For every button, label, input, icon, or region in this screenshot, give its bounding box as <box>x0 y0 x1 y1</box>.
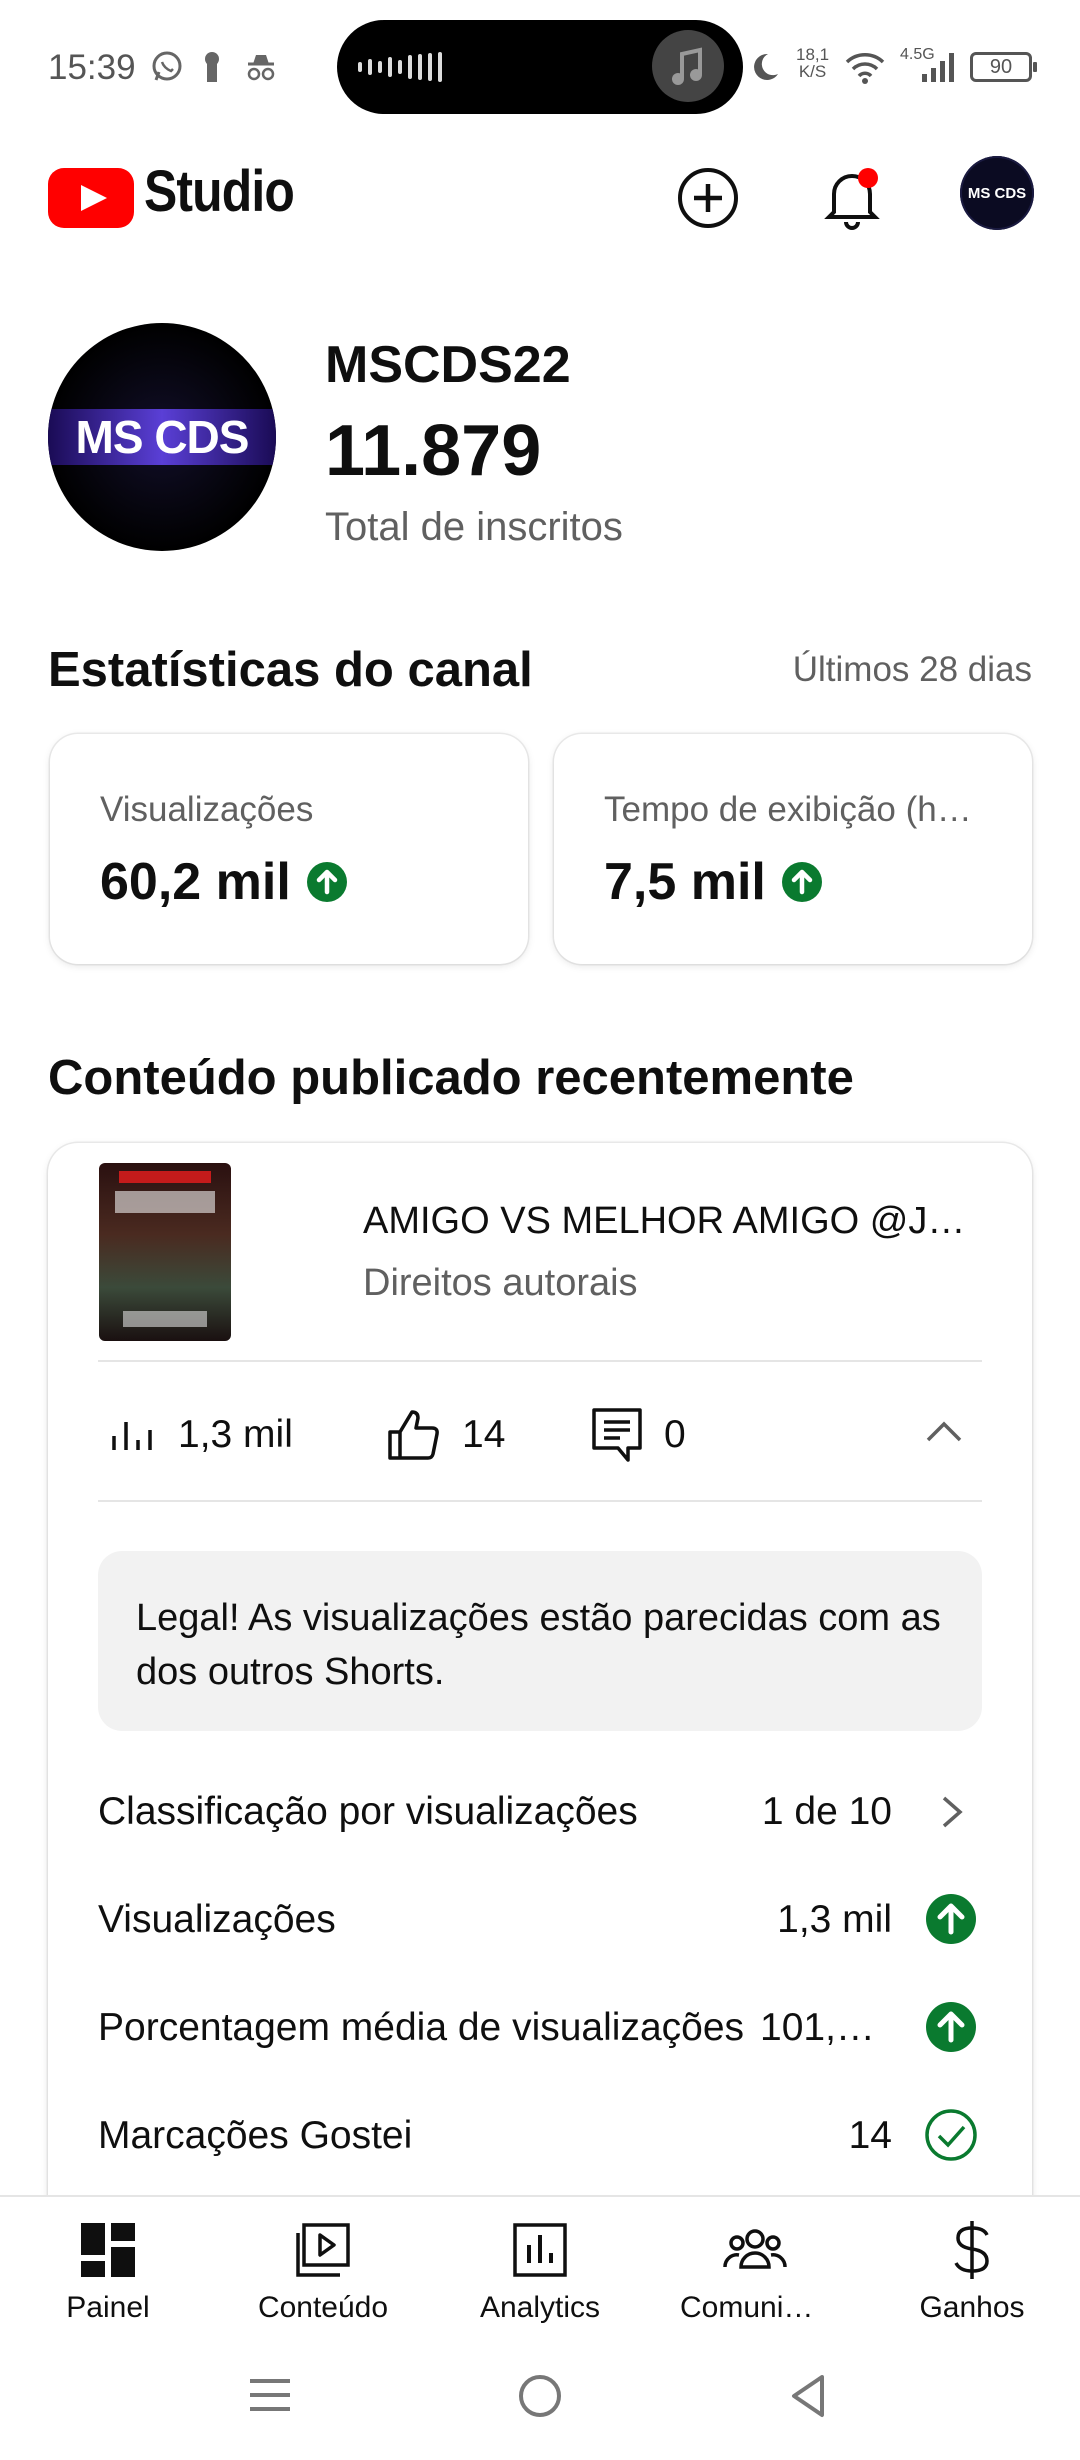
video-likes: 14 <box>462 1413 506 1456</box>
row-views: Visualizações 1,3 mil <box>98 1884 982 1954</box>
nav-label: Analytics <box>479 2291 601 2324</box>
row-label: Marcações Gostei <box>98 2114 413 2157</box>
bell-icon <box>824 168 880 230</box>
insight-box: Legal! As visualizações estão parecidas … <box>98 1551 982 1731</box>
row-label: Visualizações <box>98 1898 336 1941</box>
channel-name: MSCDS22 <box>325 336 571 394</box>
home-icon[interactable] <box>517 2373 563 2419</box>
row-likes: Marcações Gostei 14 <box>98 2100 982 2170</box>
trend-up-icon <box>781 862 822 902</box>
video-likes-metric: 14 <box>384 1400 505 1470</box>
battery-indicator: 90 <box>970 52 1037 82</box>
keyhole-icon <box>205 52 219 82</box>
nav-label: Ganhos <box>919 2291 1025 2324</box>
divider <box>98 1360 982 1362</box>
nav-item-content[interactable]: Conteúdo <box>223 2217 423 2325</box>
divider <box>98 1500 982 1502</box>
row-value: 1,3 mil <box>777 1898 892 1941</box>
net-speed-unit: K/S <box>798 62 827 81</box>
status-bar: 15:39 18,1 K/S 4.5G 90 <box>0 0 1080 135</box>
net-speed-value: 18,1 <box>796 45 830 64</box>
nav-label: Comunidade <box>680 2291 830 2324</box>
stat-value: 60,2 mil <box>100 853 291 911</box>
stat-value: 7,5 mil <box>604 853 766 911</box>
account-avatar[interactable]: MS CDS <box>960 156 1034 230</box>
row-value: 101,1% <box>760 2006 890 2049</box>
earn-icon <box>954 2221 989 2279</box>
analytics-icon <box>513 2223 567 2277</box>
stat-card-watch-time[interactable]: Tempo de exibição (horas) 7,5 mil <box>554 734 1032 964</box>
content-icon <box>296 2223 350 2277</box>
signal-icon <box>922 53 954 82</box>
app-name: Studio <box>144 159 295 224</box>
music-note-icon[interactable] <box>652 30 724 102</box>
incognito-icon <box>247 55 275 81</box>
create-button[interactable] <box>672 162 744 234</box>
row-ranking[interactable]: Classificação por visualizações 1 de 10 <box>98 1776 982 1846</box>
video-status: Direitos autorais <box>363 1262 638 1304</box>
subscriber-label: Total de inscritos <box>325 505 623 549</box>
audio-wave-icon <box>358 52 442 82</box>
thumbs-up-icon <box>388 1410 439 1460</box>
row-avg-percentage: Porcentagem média de visualizações 101,1… <box>98 1992 982 2062</box>
row-value: 1 de 10 <box>761 1790 892 1833</box>
nav-label: Painel <box>66 2291 150 2324</box>
comment-icon <box>592 1408 642 1462</box>
nav-label: Conteúdo <box>257 2291 389 2324</box>
video-thumbnail[interactable] <box>99 1163 231 1341</box>
channel-avatar-text: MS CDS <box>75 411 250 463</box>
channel-avatar[interactable]: MS CDS <box>48 323 276 551</box>
recent-content-title: Conteúdo publicado recentemente <box>48 1051 854 1105</box>
app-header: Studio MS CDS <box>0 140 1080 250</box>
whatsapp-icon <box>152 51 182 81</box>
row-label: Porcentagem média de visualizações <box>98 2006 745 2049</box>
subscriber-count: 11.879 <box>325 411 542 491</box>
status-time: 15:39 <box>48 48 136 87</box>
chevron-right-icon <box>942 1796 963 1828</box>
nav-item-analytics[interactable]: Analytics <box>440 2217 640 2325</box>
stats-period[interactable]: Últimos 28 dias <box>793 650 1032 690</box>
trend-up-icon <box>926 2002 976 2052</box>
stat-value-container: 60,2 mil <box>100 852 347 912</box>
system-navigation-bar <box>0 2335 1080 2460</box>
add-circle-icon <box>678 168 738 228</box>
chevron-up-icon[interactable] <box>922 1410 966 1454</box>
dashboard-icon <box>81 2223 135 2277</box>
stat-card-views[interactable]: Visualizações 60,2 mil <box>50 734 528 964</box>
insight-text: Legal! As visualizações estão parecidas … <box>136 1597 941 1693</box>
stat-label: Tempo de exibição (horas) <box>604 790 984 829</box>
video-views: 1,3 mil <box>178 1413 293 1456</box>
notifications-button[interactable] <box>816 162 888 234</box>
video-views-metric: 1,3 mil <box>108 1400 293 1470</box>
youtube-logo-icon[interactable] <box>48 168 134 228</box>
trend-up-icon <box>926 1894 976 1944</box>
recent-apps-icon[interactable] <box>248 2373 292 2417</box>
video-comments: 0 <box>664 1413 686 1456</box>
wifi-icon <box>845 53 885 84</box>
stats-title: Estatísticas do canal <box>48 643 533 697</box>
network-speed: 18,1 K/S <box>796 46 829 80</box>
trend-up-icon <box>306 862 347 902</box>
stat-value-container: 7,5 mil <box>604 852 822 912</box>
check-circle-icon <box>925 2109 977 2161</box>
video-comments-metric: 0 <box>590 1400 686 1470</box>
nav-item-dashboard[interactable]: Painel <box>8 2217 208 2325</box>
moon-icon <box>754 53 778 80</box>
row-value: 14 <box>848 2114 892 2157</box>
nav-item-earn[interactable]: Ganhos <box>872 2217 1072 2325</box>
nav-item-community[interactable]: Comunidade <box>655 2217 855 2325</box>
video-title[interactable]: AMIGO VS MELHOR AMIGO @JulioTeAmo <box>363 1200 983 1243</box>
views-bars-icon <box>112 1422 152 1450</box>
back-icon[interactable] <box>786 2373 830 2419</box>
bottom-navigation: Painel Conteúdo Analytics Comunida Ganho… <box>0 2195 1080 2335</box>
row-label: Classificação por visualizações <box>98 1790 638 1833</box>
stat-label: Visualizações <box>100 790 314 829</box>
community-icon <box>723 2229 787 2269</box>
